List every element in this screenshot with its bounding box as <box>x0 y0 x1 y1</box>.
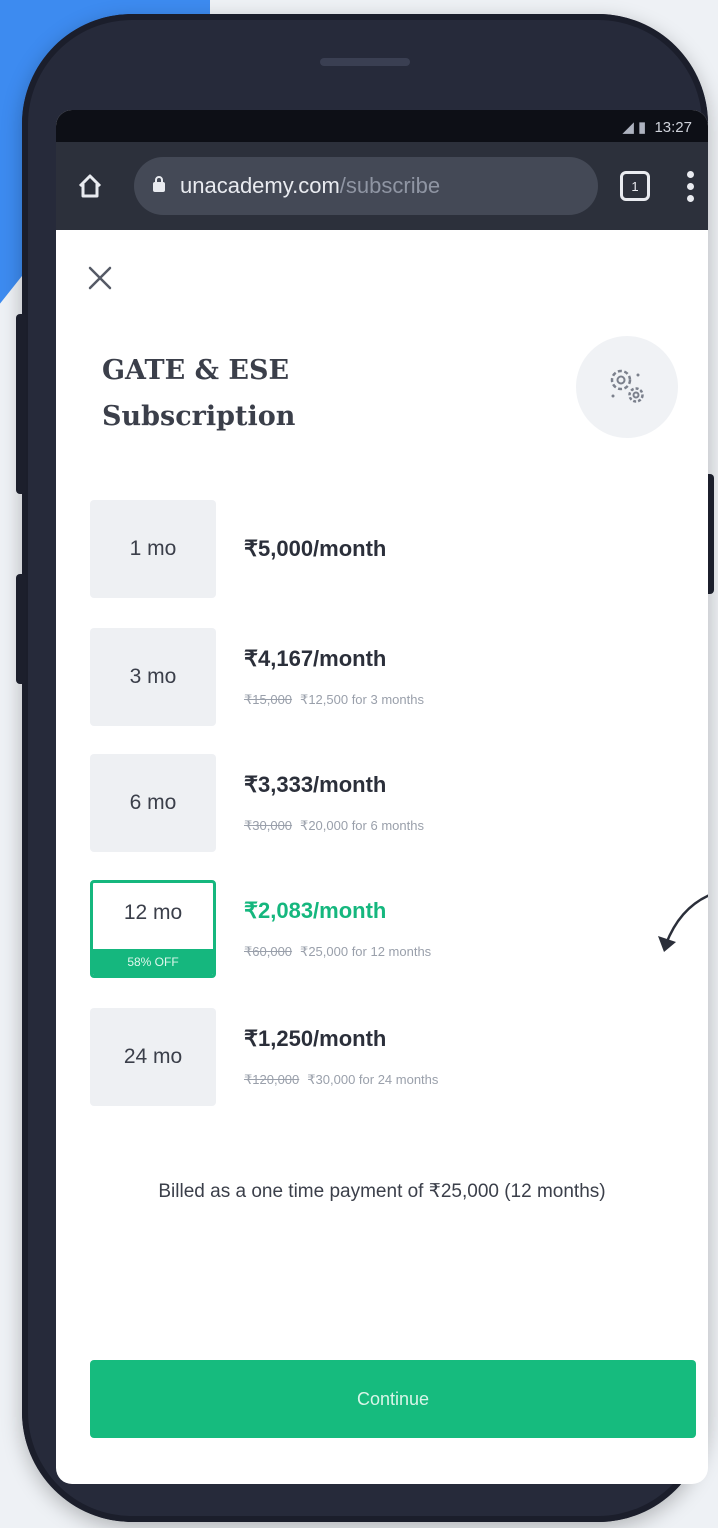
plan-original-price: ₹15,000 <box>244 692 293 707</box>
phone-speaker <box>320 58 410 66</box>
title-line: Subscription <box>102 401 296 432</box>
plan-price: ₹5,000/month <box>244 536 387 561</box>
plan-option-24-months[interactable]: 24 mo ₹1,250/month ₹120,000 ₹30,000 for 2… <box>90 1008 650 1106</box>
plan-total-text: ₹30,000 for 24 months <box>307 1072 439 1087</box>
signal-battery-icon: ◢ ▮ <box>622 119 647 136</box>
pointer-arrow-icon <box>658 894 708 952</box>
plan-option-3-months[interactable]: 3 mo ₹4,167/month ₹15,000 ₹12,500 for 3 m… <box>90 628 650 726</box>
plan-option-6-months[interactable]: 6 mo ₹3,333/month ₹30,000 ₹20,000 for 6 m… <box>90 754 650 852</box>
plan-option-1-month[interactable]: 1 mo ₹5,000/month <box>90 500 650 598</box>
plan-duration-box: 6 mo <box>90 754 216 852</box>
browser-toolbar: unacademy.com/subscribe 1 <box>56 142 708 230</box>
title-line: GATE & ESE <box>102 355 290 386</box>
plan-price: ₹2,083/month <box>244 898 387 923</box>
phone-side-button <box>16 314 26 494</box>
plan-duration: 1 mo <box>129 537 177 560</box>
close-icon[interactable] <box>82 260 118 296</box>
plan-duration: 6 mo <box>129 791 177 814</box>
plan-price: ₹4,167/month <box>244 646 387 671</box>
plan-original-price: ₹60,000 <box>244 944 293 959</box>
plan-total-text: ₹20,000 for 6 months <box>300 818 424 833</box>
plan-total: ₹120,000 ₹30,000 for 24 months <box>244 1072 438 1088</box>
plan-total: ₹60,000 ₹25,000 for 12 months <box>244 944 431 960</box>
subscription-page: GATE & ESE Subscription 1 mo ₹5,000/mont… <box>56 230 708 1484</box>
phone-screen: ◢ ▮ 13:27 unacademy.com/subscribe 1 GATE… <box>56 110 708 1484</box>
tabs-icon[interactable]: 1 <box>620 171 650 201</box>
plan-duration-box: 24 mo <box>90 1008 216 1106</box>
plan-duration-box: 3 mo <box>90 628 216 726</box>
url-path: /subscribe <box>339 173 441 198</box>
plan-price: ₹1,250/month <box>244 1026 387 1051</box>
plan-duration-box: 1 mo <box>90 500 216 598</box>
billing-note: Billed as a one time payment of ₹25,000 … <box>158 1181 606 1202</box>
status-time: 13:27 <box>654 119 692 136</box>
plan-total: ₹15,000 ₹12,500 for 3 months <box>244 692 424 708</box>
plan-duration: 3 mo <box>129 665 177 688</box>
plan-duration: 24 mo <box>123 1045 183 1068</box>
plan-original-price: ₹120,000 <box>244 1072 300 1087</box>
more-menu-icon[interactable] <box>686 170 694 202</box>
address-bar[interactable]: unacademy.com/subscribe <box>134 157 598 215</box>
plan-price: ₹3,333/month <box>244 772 387 797</box>
home-icon[interactable] <box>70 166 110 206</box>
lock-icon <box>152 173 166 199</box>
plan-total-text: ₹12,500 for 3 months <box>300 692 424 707</box>
plan-total-text: ₹25,000 for 12 months <box>300 944 432 959</box>
plan-option-12-months[interactable]: 12 mo 58% OFF ₹2,083/month ₹60,000 ₹25,00… <box>90 880 650 978</box>
gears-icon <box>576 336 678 438</box>
url-domain: unacademy.com <box>180 173 340 198</box>
plan-duration: 12 mo <box>123 901 183 924</box>
tab-count: 1 <box>631 178 639 194</box>
plan-total: ₹30,000 ₹20,000 for 6 months <box>244 818 424 834</box>
discount-badge: 58% OFF <box>93 949 213 975</box>
continue-button[interactable]: Continue <box>90 1360 696 1438</box>
plan-original-price: ₹30,000 <box>244 818 293 833</box>
page-title: GATE & ESE Subscription <box>102 348 295 440</box>
phone-frame: ◢ ▮ 13:27 unacademy.com/subscribe 1 GATE… <box>16 14 714 1522</box>
status-bar: ◢ ▮ 13:27 <box>56 110 708 142</box>
plan-duration-box: 12 mo 58% OFF <box>90 880 216 978</box>
phone-side-button <box>16 574 26 684</box>
